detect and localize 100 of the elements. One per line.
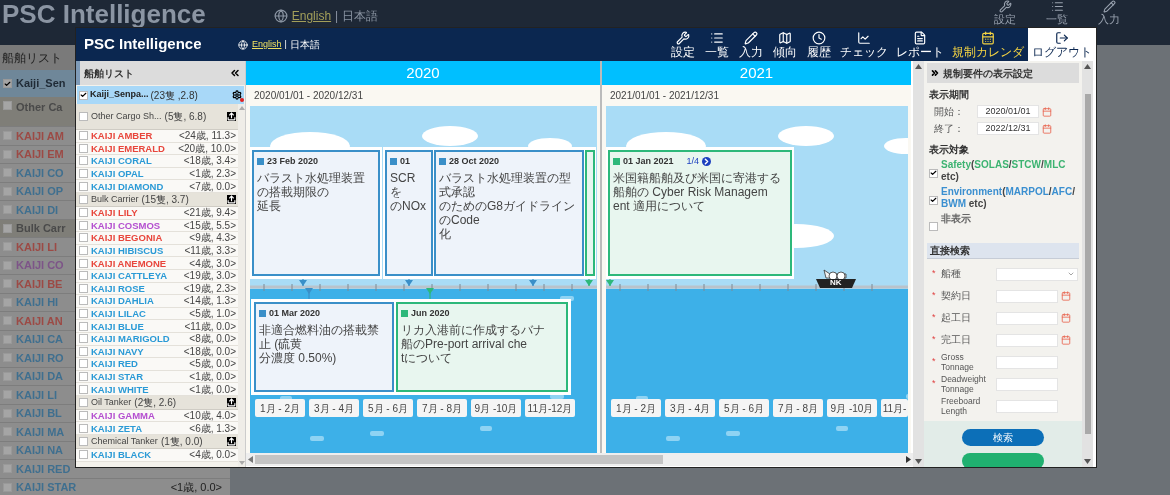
ship-info: <1歳, 2.3> [189, 168, 236, 180]
date-range: 2021/01/01 - 2021/12/31 [610, 89, 719, 103]
row-label: KAIJI CA [16, 333, 64, 346]
separator-text: | [284, 37, 287, 51]
ship-info: <14歳, 1.3> [183, 295, 236, 307]
ship-name: KAIJI OPAL [91, 168, 144, 180]
category-count: (1隻, 0.0) [160, 435, 203, 448]
field-label: Freeboard Length [941, 396, 982, 416]
ship-info: <15歳, 5.5> [183, 219, 236, 231]
ship-info: <19歳, 2.3> [183, 282, 236, 294]
ship-name: KAIJI LILAC [91, 308, 146, 319]
event-text: ent 適用について [613, 198, 706, 213]
ship-name: KAIJI EMERALD [91, 142, 165, 154]
ship-info: <19歳, 3.0> [183, 270, 236, 282]
ship-info: <5歳, 0.0> [189, 358, 236, 370]
row-label: KAIJI EM [16, 148, 64, 161]
ship-name: KAIJI COSMOS [91, 219, 161, 231]
required-mark: * [932, 268, 936, 279]
event-text: 化 [439, 226, 452, 241]
section-header: 直接検索 [927, 243, 1079, 259]
ship-info: <4歳, 0.0> [189, 449, 236, 461]
section-label: 表示対象 [929, 143, 970, 157]
required-mark: * [932, 290, 936, 301]
event-text: 船のPre-port arrival che [401, 336, 529, 351]
event-text: 分濃度 0.50%) [259, 350, 338, 365]
panel-header: 規制要件の表示設定 [927, 63, 1079, 83]
ship-name: KAIJI CATTLEYA [91, 270, 167, 282]
ship-info: <11歳, 3.3> [184, 245, 236, 257]
ship-info: <7歳, 0.0> [189, 180, 236, 192]
row-label: KAIJI STAR [16, 481, 77, 494]
ship-info: <1歳, 0.0> [189, 383, 236, 395]
event-text: 米国籍船舶及び米国に寄港する [613, 170, 782, 185]
ship-info: <18歳, 0.0> [183, 345, 236, 357]
ship-name: KAIJI DIAMOND [91, 180, 164, 192]
category-name: Other Cargo Sh... [91, 109, 162, 123]
app-title: PSC Intelligence [83, 34, 203, 55]
ship-info: <5歳, 1.0> [189, 308, 236, 319]
ship-name: KAIJI AMBER [91, 130, 153, 142]
field-label: 完工日 [941, 335, 972, 345]
field-label: 船種 [941, 269, 962, 279]
row-label: KAIJI DA [16, 370, 64, 383]
ship-name: KAIJI MARIGOLD [91, 333, 170, 345]
ship-info: <11歳, 0.0> [184, 320, 236, 332]
event-text: 非適合燃料油の搭載禁止 (硫黄 [259, 322, 380, 351]
row-label: KAIJI CO [16, 259, 64, 272]
year-header: 2021 [602, 61, 911, 85]
field-label: 開始： [934, 105, 965, 119]
row-label: KAIJI OP [16, 185, 64, 198]
ship-info: <18歳, 3.4> [183, 155, 236, 167]
date-range: 2020/01/01 - 2020/12/31 [254, 89, 363, 103]
ship-name: KAIJI HIBISCUS [91, 245, 164, 257]
category-name: Chemical Tanker [91, 435, 158, 449]
ship-label: NK [830, 279, 842, 287]
event-date: 01 Mar 2020 [269, 307, 321, 320]
event-text: tについて [401, 350, 453, 365]
ship-info: <1歳, 0.0> [189, 371, 236, 382]
row-label: KAIJI BE [16, 277, 63, 290]
ship-name: KAIJI RED [91, 358, 138, 370]
ship-info: <10歳, 4.0> [183, 410, 236, 422]
sidebar-title: 船舶リスト [84, 66, 134, 81]
ship-info: <4歳, 3.0> [189, 257, 236, 269]
ship-info: <6歳, 1.3> [189, 422, 236, 434]
ship-name: KAIJI ANEMONE [91, 257, 167, 269]
ship-info: <9歳, 4.3> [189, 232, 236, 244]
field-label: Deadweight Tonnage [941, 374, 987, 394]
event-date: 01 Jan 2021 [623, 155, 674, 168]
ship-name: KAIJI BEGONIA [91, 232, 163, 244]
row-label: KAIJI RED [16, 462, 71, 475]
ship-info: <1歳, 0.0> [170, 480, 222, 495]
ship-info: <8歳, 0.0> [189, 333, 236, 345]
ship-name: KAIJI STAR [91, 371, 144, 382]
event-date: 28 Oct 2020 [449, 155, 500, 168]
row-label: KAIJI LI [16, 240, 57, 253]
event-text: 船舶の Cyber Risk Managem [613, 184, 769, 199]
ship-name: KAIJI GAMMA [91, 410, 155, 422]
ship-name: KAIJI DAHLIA [91, 295, 154, 307]
field-label: Gross Tonnage [941, 352, 975, 372]
page-counter: 1/4 [686, 155, 700, 168]
field-label: 終了： [934, 122, 965, 136]
required-mark: * [932, 356, 936, 367]
sidebar-title: 船舶リスト [2, 49, 62, 67]
row-label: KAIJI AM [16, 129, 64, 142]
separator-text: | [335, 8, 339, 25]
event-text: バラスト水処理装置の型式承認 [439, 170, 572, 199]
ship-info: <21歳, 9.4> [183, 207, 236, 219]
required-mark: * [932, 334, 936, 345]
event-text: SCR を [390, 170, 417, 199]
row-label: KAIJI AN [16, 314, 63, 327]
app-title: PSC Intelligence [1, 0, 206, 28]
category-count: (2隻, 2.6) [134, 396, 177, 409]
ship-name: KAIJI NAVY [91, 345, 144, 357]
ship-info: <24歳, 11.3> [178, 130, 236, 142]
field-label: 契約日 [941, 291, 972, 301]
fleet-count: (23隻 ,2.8) [150, 88, 198, 103]
fleet-name: Kaiji_Senpa... [90, 88, 149, 102]
event-text: 延長 [257, 198, 282, 213]
field-label: 起工日 [941, 313, 972, 323]
ship-name: KAIJI CORAL [91, 155, 152, 167]
row-label: KAIJI LI [16, 388, 57, 401]
section-label: 表示期間 [929, 88, 970, 102]
